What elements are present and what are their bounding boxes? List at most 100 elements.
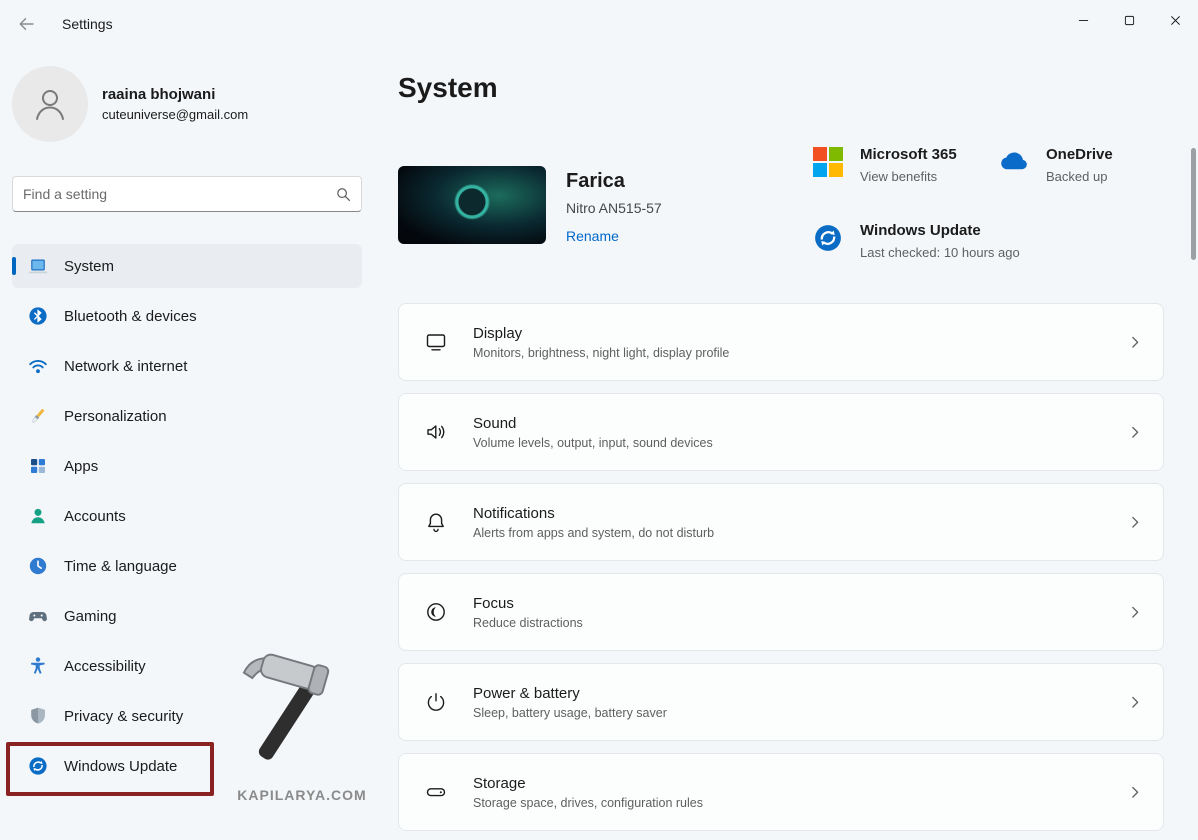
search-input[interactable] bbox=[23, 186, 336, 202]
sidebar-item-system[interactable]: System bbox=[12, 244, 362, 288]
notifications-bell-icon bbox=[423, 509, 449, 535]
card-focus[interactable]: Focus Reduce distractions bbox=[398, 573, 1164, 651]
card-subtitle: Alerts from apps and system, do not dist… bbox=[473, 526, 1127, 540]
apps-grid-icon bbox=[28, 456, 48, 476]
status-title: Windows Update bbox=[860, 222, 1020, 239]
watermark: KAPILARYA.COM bbox=[222, 650, 382, 803]
status-windows-update[interactable]: Windows Update Last checked: 10 hours ag… bbox=[812, 222, 1020, 260]
sidebar-item-apps[interactable]: Apps bbox=[12, 444, 362, 488]
display-icon bbox=[423, 329, 449, 355]
chevron-right-icon bbox=[1127, 694, 1143, 710]
chevron-right-icon bbox=[1127, 784, 1143, 800]
card-title: Focus bbox=[473, 595, 1127, 612]
sidebar-item-accounts[interactable]: Accounts bbox=[12, 494, 362, 538]
window-controls bbox=[1060, 0, 1198, 40]
card-subtitle: Sleep, battery usage, battery saver bbox=[473, 706, 1127, 720]
back-button[interactable] bbox=[6, 6, 46, 42]
chevron-right-icon bbox=[1127, 424, 1143, 440]
chevron-right-icon bbox=[1127, 514, 1143, 530]
focus-crescent-icon bbox=[423, 599, 449, 625]
card-subtitle: Monitors, brightness, night light, displ… bbox=[473, 346, 1127, 360]
sidebar-item-time-language[interactable]: Time & language bbox=[12, 544, 362, 588]
sync-icon bbox=[28, 756, 48, 776]
main-content: System Farica Nitro AN515-57 Rename Micr… bbox=[398, 48, 1198, 840]
watermark-text: KAPILARYA.COM bbox=[222, 787, 382, 803]
sidebar-item-label: Accessibility bbox=[64, 658, 146, 675]
card-subtitle: Storage space, drives, configuration rul… bbox=[473, 796, 1127, 810]
clock-icon bbox=[28, 556, 48, 576]
microsoft-365-icon bbox=[812, 146, 844, 178]
shield-icon bbox=[28, 706, 48, 726]
user-profile[interactable]: raaina bhojwani cuteuniverse@gmail.com bbox=[12, 66, 248, 142]
chevron-right-icon bbox=[1127, 334, 1143, 350]
power-icon bbox=[423, 689, 449, 715]
status-subtitle: Last checked: 10 hours ago bbox=[860, 245, 1020, 260]
close-icon bbox=[1170, 15, 1181, 26]
status-microsoft-365[interactable]: Microsoft 365 View benefits bbox=[812, 146, 957, 184]
bluetooth-icon bbox=[28, 306, 48, 326]
sidebar-item-label: Accounts bbox=[64, 508, 126, 525]
sidebar-item-network-internet[interactable]: Network & internet bbox=[12, 344, 362, 388]
status-subtitle: View benefits bbox=[860, 169, 957, 184]
page-title: System bbox=[398, 72, 498, 104]
person-avatar-icon bbox=[30, 84, 70, 124]
card-display[interactable]: Display Monitors, brightness, night ligh… bbox=[398, 303, 1164, 381]
windows-update-sync-icon bbox=[812, 222, 844, 254]
card-notifications[interactable]: Notifications Alerts from apps and syste… bbox=[398, 483, 1164, 561]
sound-speaker-icon bbox=[423, 419, 449, 445]
search-icon[interactable] bbox=[336, 187, 351, 202]
card-subtitle: Reduce distractions bbox=[473, 616, 1127, 630]
scrollbar[interactable] bbox=[1191, 148, 1196, 260]
device-model: Nitro AN515-57 bbox=[566, 200, 662, 216]
user-name: raaina bhojwani bbox=[102, 86, 248, 103]
sidebar-item-gaming[interactable]: Gaming bbox=[12, 594, 362, 638]
minimize-button[interactable] bbox=[1060, 0, 1106, 40]
status-onedrive[interactable]: OneDrive Backed up bbox=[998, 146, 1113, 184]
sidebar-item-personalization[interactable]: Personalization bbox=[12, 394, 362, 438]
avatar bbox=[12, 66, 88, 142]
maximize-icon bbox=[1124, 15, 1135, 26]
sidebar-item-label: Network & internet bbox=[64, 358, 187, 375]
card-title: Notifications bbox=[473, 505, 1127, 522]
sidebar-item-label: Time & language bbox=[64, 558, 177, 575]
settings-card-list: Display Monitors, brightness, night ligh… bbox=[398, 303, 1164, 831]
system-icon bbox=[28, 256, 48, 276]
card-title: Sound bbox=[473, 415, 1127, 432]
sidebar-item-label: Apps bbox=[64, 458, 98, 475]
sidebar-item-label: Bluetooth & devices bbox=[64, 308, 197, 325]
card-power-battery[interactable]: Power & battery Sleep, battery usage, ba… bbox=[398, 663, 1164, 741]
chevron-right-icon bbox=[1127, 604, 1143, 620]
device-wallpaper-thumbnail bbox=[398, 166, 546, 244]
person-icon bbox=[28, 506, 48, 526]
selected-indicator bbox=[12, 257, 16, 275]
sidebar-item-label: Windows Update bbox=[64, 758, 177, 775]
card-title: Display bbox=[473, 325, 1127, 342]
maximize-button[interactable] bbox=[1106, 0, 1152, 40]
rename-link[interactable]: Rename bbox=[566, 228, 619, 244]
card-title: Storage bbox=[473, 775, 1127, 792]
device-name: Farica bbox=[566, 170, 625, 193]
sidebar-item-label: Privacy & security bbox=[64, 708, 183, 725]
sidebar-item-label: Gaming bbox=[64, 608, 117, 625]
sidebar-item-bluetooth-devices[interactable]: Bluetooth & devices bbox=[12, 294, 362, 338]
minimize-icon bbox=[1078, 15, 1089, 26]
card-storage[interactable]: Storage Storage space, drives, configura… bbox=[398, 753, 1164, 831]
user-email: cuteuniverse@gmail.com bbox=[102, 107, 248, 122]
sidebar-item-label: Personalization bbox=[64, 408, 167, 425]
back-arrow-icon bbox=[18, 16, 34, 32]
search-box[interactable] bbox=[12, 176, 362, 212]
card-subtitle: Volume levels, output, input, sound devi… bbox=[473, 436, 1127, 450]
hammer-icon bbox=[237, 650, 367, 780]
onedrive-cloud-icon bbox=[998, 146, 1030, 178]
titlebar: Settings bbox=[0, 0, 1198, 48]
window-title: Settings bbox=[62, 16, 113, 32]
close-button[interactable] bbox=[1152, 0, 1198, 40]
status-subtitle: Backed up bbox=[1046, 169, 1113, 184]
card-title: Power & battery bbox=[473, 685, 1127, 702]
paintbrush-icon bbox=[28, 406, 48, 426]
storage-drive-icon bbox=[423, 779, 449, 805]
card-sound[interactable]: Sound Volume levels, output, input, soun… bbox=[398, 393, 1164, 471]
status-title: OneDrive bbox=[1046, 146, 1113, 163]
controller-icon bbox=[28, 606, 48, 626]
accessibility-icon bbox=[28, 656, 48, 676]
